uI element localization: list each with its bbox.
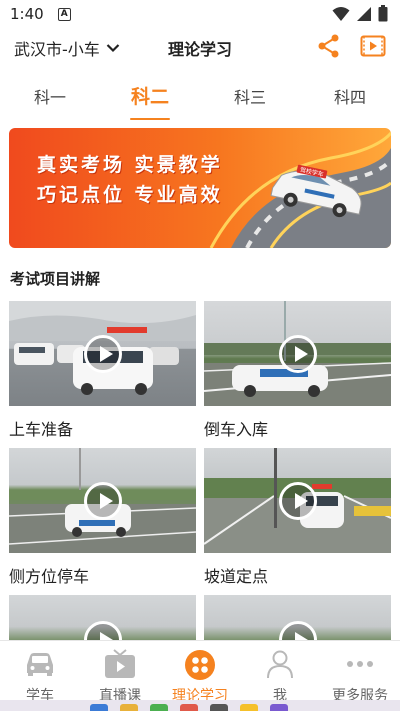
video-card-reverse-parking[interactable]: 倒车入库 [204,301,391,440]
city-selector[interactable]: 武汉市-小车 [14,36,120,60]
nav-item-live-class[interactable]: 直播课 [80,641,160,700]
video-title: 倒车入库 [204,420,269,439]
play-icon [278,481,317,520]
app-header: 武汉市-小车 理论学习 [0,28,400,66]
tv-icon [105,649,135,678]
video-title: 侧方位停车 [9,567,90,586]
car-icon [27,653,53,676]
nav-item-theory-study[interactable]: 理论学习 [160,641,240,700]
signal-icon [357,6,371,21]
nav-item-learn-driving[interactable]: 学车 [0,641,80,700]
taskbar-app-icon[interactable] [120,704,138,711]
taskbar-app-icon[interactable] [90,704,108,711]
video-title: 上车准备 [9,420,74,439]
video-card-hill-start[interactable]: 坡道定点 [204,448,391,587]
nav-item-more-services[interactable]: 更多服务 [320,641,400,700]
taskbar-app-icon[interactable] [180,704,198,711]
status-time: 1:40 [10,5,44,23]
taskbar-app-icon[interactable] [150,704,168,711]
more-icon [347,661,373,667]
chevron-down-icon [106,44,120,53]
play-icon [83,334,122,373]
video-card-side-parking[interactable]: 侧方位停车 [9,448,196,587]
video-thumbnail [9,301,196,406]
person-icon [267,650,293,679]
wifi-icon [332,6,350,21]
taskbar-app-icon[interactable] [210,704,228,711]
notification-icon: A [57,7,71,21]
nav-item-me[interactable]: 我 [240,641,320,700]
tab-ke3[interactable]: 科三 [200,72,300,122]
video-thumbnail [204,448,391,553]
video-title: 坡道定点 [204,567,269,586]
play-icon [83,481,122,520]
bottom-navigation: 学车 直播课 理论学习 我 更多服务 [0,640,400,700]
tab-ke1[interactable]: 科一 [0,72,100,122]
video-thumbnail [204,301,391,406]
banner-headline-1: 真实考场 实景教学 [37,154,223,176]
video-card-boarding[interactable]: 上车准备 [9,301,196,440]
status-icons [332,5,388,22]
subject-tabs: 科一 科二 科三 科四 [0,72,400,122]
banner-headline-2: 巧记点位 专业高效 [37,184,223,206]
system-taskbar [0,700,400,711]
active-tab-underline [130,118,170,120]
share-icon[interactable] [316,33,342,59]
video-thumbnail [9,448,196,553]
video-list-icon[interactable] [360,33,386,59]
taskbar-app-icon[interactable] [270,704,288,711]
battery-icon [378,5,388,22]
tab-ke2[interactable]: 科二 [100,72,200,122]
city-label: 武汉市-小车 [14,40,100,59]
taskbar-app-icon[interactable] [240,704,258,711]
grid-dots-icon [185,650,215,680]
promo-banner[interactable]: 驾校学车 真实考场 实景教学 巧记点位 专业高效 [9,128,391,248]
section-title: 考试项目讲解 [10,270,101,288]
play-icon [278,334,317,373]
tab-ke4[interactable]: 科四 [300,72,400,122]
status-bar: 1:40 A [0,0,400,28]
